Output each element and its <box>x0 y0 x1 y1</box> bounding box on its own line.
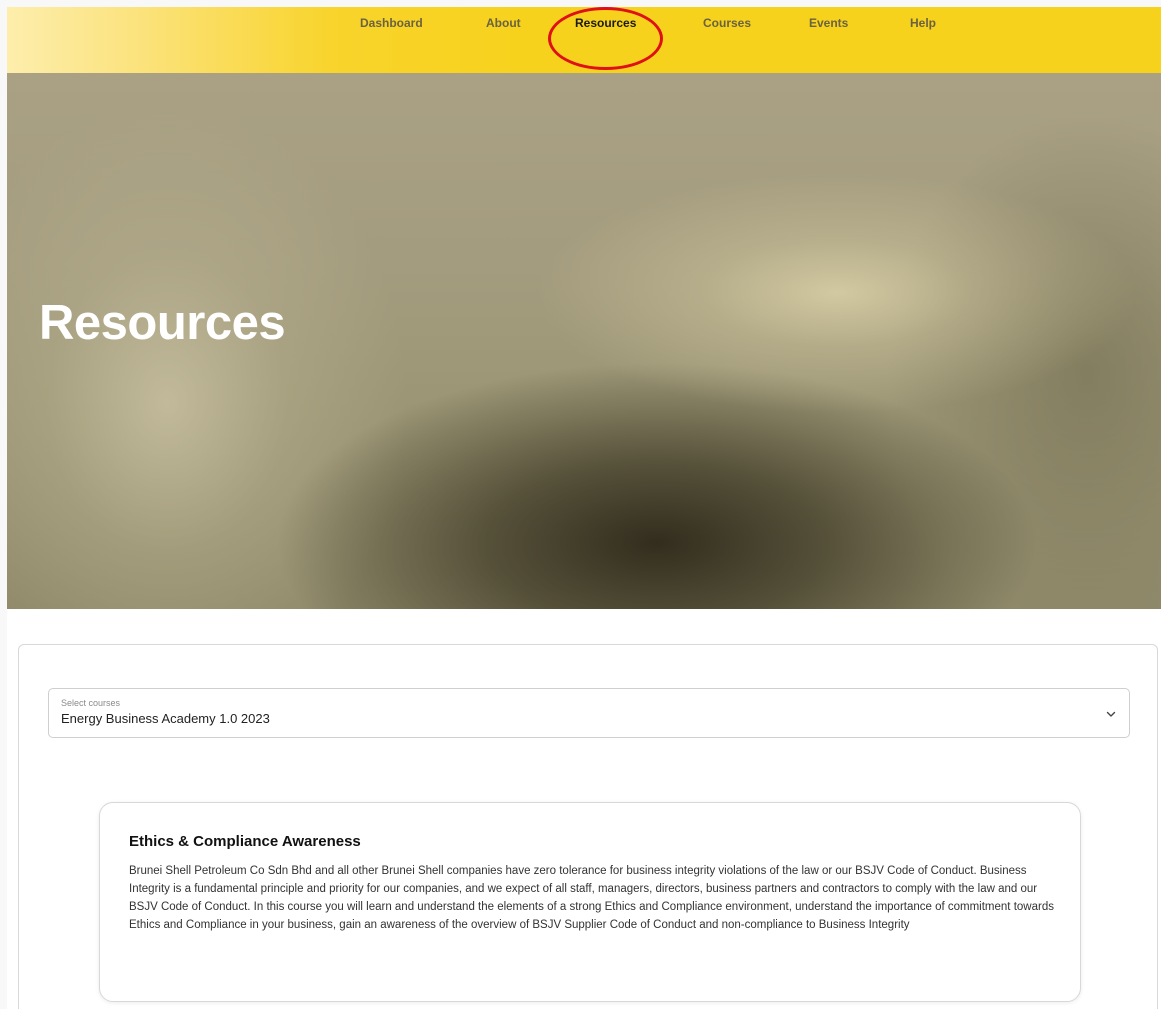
nav-item-help[interactable]: Help <box>910 16 936 30</box>
course-select[interactable]: Select courses Energy Business Academy 1… <box>48 688 1130 738</box>
nav-item-dashboard[interactable]: Dashboard <box>360 16 423 30</box>
nav-item-courses[interactable]: Courses <box>703 16 751 30</box>
top-navbar: Dashboard About Resources Courses Events… <box>7 7 1161 73</box>
resource-card[interactable]: Ethics & Compliance Awareness Brunei She… <box>99 802 1081 1002</box>
chevron-down-icon[interactable] <box>1104 707 1118 721</box>
resource-card-title: Ethics & Compliance Awareness <box>129 833 361 850</box>
nav-item-events[interactable]: Events <box>809 16 848 30</box>
page-frame: Dashboard About Resources Courses Events… <box>7 7 1161 1009</box>
course-select-value: Energy Business Academy 1.0 2023 <box>61 711 270 726</box>
resources-highlight-circle <box>548 7 663 70</box>
hero-banner: Resources <box>7 73 1161 609</box>
nav-item-about[interactable]: About <box>486 16 521 30</box>
course-select-label: Select courses <box>61 698 121 708</box>
page-title: Resources <box>39 296 286 350</box>
resources-panel: Select courses Energy Business Academy 1… <box>18 644 1158 1009</box>
resource-card-description: Brunei Shell Petroleum Co Sdn Bhd and al… <box>129 865 1054 931</box>
